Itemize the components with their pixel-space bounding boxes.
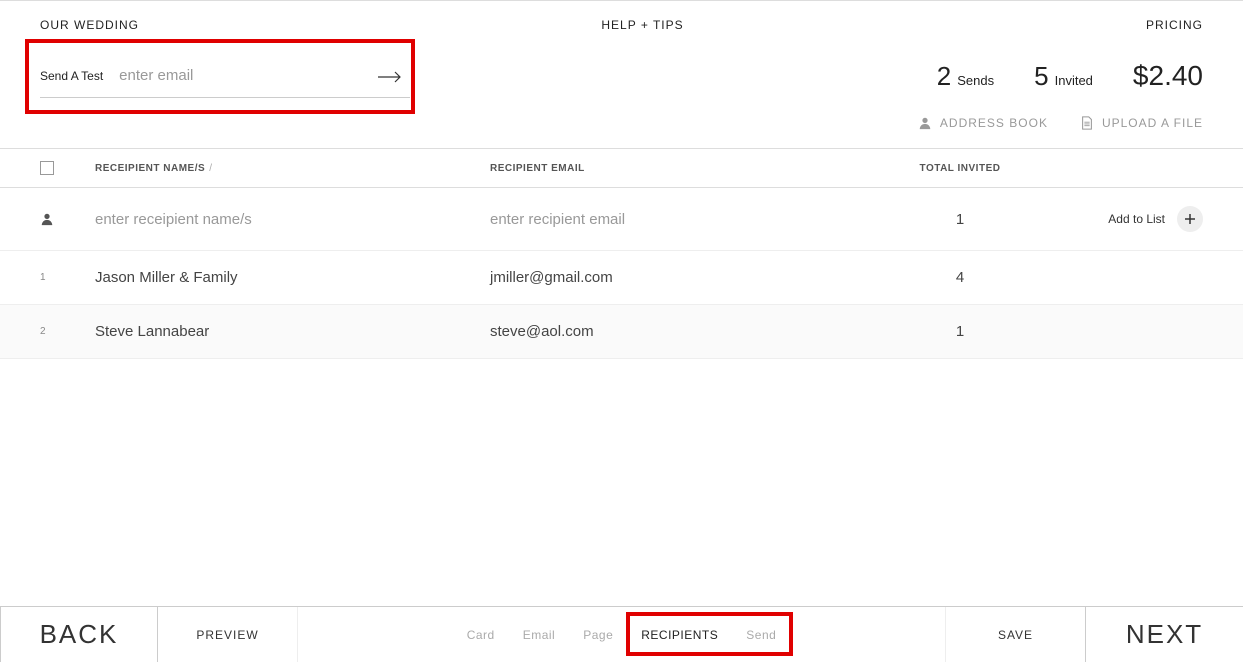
header-checkbox-col [40, 161, 95, 175]
tab-recipients[interactable]: RECIPIENTS [641, 628, 718, 642]
select-all-checkbox[interactable] [40, 161, 54, 175]
table-row[interactable]: 1 Jason Miller & Family jmiller@gmail.co… [0, 251, 1243, 305]
bottom-bar: BACK PREVIEW Card Email Page RECIPIENTS … [0, 606, 1243, 662]
send-test-submit-button[interactable] [370, 63, 410, 89]
stat-invited: 5 Invited [1034, 61, 1093, 92]
send-test-label: Send A Test [40, 69, 103, 83]
table-input-row: 1 Add to List [0, 188, 1243, 251]
recipient-email-input[interactable] [490, 211, 885, 228]
invited-count: 1 [885, 323, 1035, 340]
invited-count: 4 [885, 269, 1035, 286]
nav-our-wedding[interactable]: OUR WEDDING [40, 18, 139, 32]
price-display: $2.40 [1133, 60, 1203, 92]
tab-page[interactable]: Page [583, 628, 613, 642]
table-header: RECEIPIENT NAME/S/ RECIPIENT EMAIL TOTAL… [0, 148, 1243, 188]
actions-bar: ADDRESS BOOK UPLOAD A FILE [0, 104, 1243, 148]
recipient-email: jmiller@gmail.com [490, 269, 613, 286]
input-row-icon-col [40, 212, 95, 226]
recipient-name-input[interactable] [95, 211, 490, 228]
stats-right: 2 Sends 5 Invited $2.40 [937, 60, 1203, 92]
save-button[interactable]: SAVE [945, 607, 1085, 662]
send-test-container: Send A Test [40, 55, 410, 98]
recipient-email: steve@aol.com [490, 323, 594, 340]
invited-label: Invited [1055, 73, 1093, 88]
recipient-name: Jason Miller & Family [95, 269, 238, 286]
add-to-list-button[interactable] [1177, 206, 1203, 232]
file-icon [1080, 116, 1094, 130]
header-email[interactable]: RECIPIENT EMAIL [490, 163, 885, 174]
invited-count: 5 [1034, 61, 1048, 92]
upload-file-button[interactable]: UPLOAD A FILE [1080, 116, 1203, 130]
bottom-tabs: Card Email Page RECIPIENTS Send [298, 607, 945, 662]
sort-indicator: / [209, 163, 212, 174]
next-button[interactable]: NEXT [1085, 607, 1243, 662]
table-row[interactable]: 2 Steve Lannabear steve@aol.com 1 [0, 305, 1243, 359]
upload-file-label: UPLOAD A FILE [1102, 116, 1203, 130]
tab-email[interactable]: Email [523, 628, 556, 642]
back-button[interactable]: BACK [0, 607, 158, 662]
preview-button[interactable]: PREVIEW [158, 607, 298, 662]
recipient-name: Steve Lannabear [95, 323, 209, 340]
send-test-input[interactable] [119, 67, 370, 84]
address-book-label: ADDRESS BOOK [940, 116, 1048, 130]
row-number: 2 [40, 326, 46, 337]
plus-icon [1185, 214, 1195, 224]
top-nav: OUR WEDDING HELP + TIPS PRICING [0, 0, 1243, 48]
header-name[interactable]: RECEIPIENT NAME/S/ [95, 163, 490, 174]
header-invited[interactable]: TOTAL INVITED [885, 163, 1035, 174]
tab-send[interactable]: Send [746, 628, 776, 642]
sends-count: 2 [937, 61, 951, 92]
input-invited-count[interactable]: 1 [885, 211, 1035, 228]
address-book-button[interactable]: ADDRESS BOOK [918, 116, 1048, 130]
person-icon [40, 212, 54, 226]
sends-label: Sends [957, 73, 994, 88]
stats-bar: Send A Test 2 Sends 5 Invited $2.40 [0, 48, 1243, 104]
nav-help-tips[interactable]: HELP + TIPS [601, 18, 683, 32]
row-number: 1 [40, 272, 46, 283]
add-to-list-label: Add to List [1108, 212, 1165, 226]
arrow-right-icon [378, 71, 402, 83]
add-to-list-container: Add to List [1035, 206, 1203, 232]
person-icon [918, 116, 932, 130]
nav-pricing[interactable]: PRICING [1146, 18, 1203, 32]
tab-card[interactable]: Card [467, 628, 495, 642]
stat-sends: 2 Sends [937, 61, 994, 92]
